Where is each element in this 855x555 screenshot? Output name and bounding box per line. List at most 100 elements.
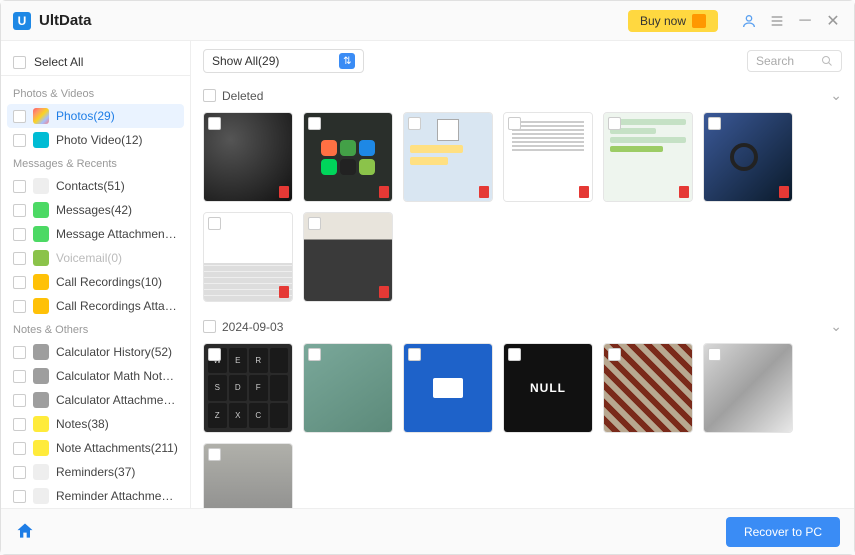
ic-calc-icon xyxy=(33,392,49,408)
filter-dropdown[interactable]: Show All(29) ⇅ xyxy=(203,49,364,73)
thumbnail[interactable] xyxy=(703,343,793,433)
select-all-checkbox[interactable] xyxy=(13,56,26,69)
checkbox[interactable] xyxy=(208,217,221,230)
thumbnail[interactable] xyxy=(403,112,493,202)
sidebar-item-label: Reminder Attachments(27) xyxy=(56,489,178,503)
checkbox[interactable] xyxy=(308,348,321,361)
sidebar-item-label: Calculator History(52) xyxy=(56,345,178,359)
checkbox[interactable] xyxy=(308,217,321,230)
checkbox[interactable] xyxy=(13,110,26,123)
chevron-down-icon[interactable]: ⌄ xyxy=(830,318,842,335)
buy-now-button[interactable]: Buy now xyxy=(628,10,718,32)
checkbox[interactable] xyxy=(13,134,26,147)
deleted-badge-icon xyxy=(279,286,289,298)
checkbox[interactable] xyxy=(13,180,26,193)
thumbnail-scroll[interactable]: Deleted⌄ 2024-09-03⌄WERSDFZXC NULL xyxy=(191,81,854,508)
checkbox[interactable] xyxy=(608,348,621,361)
app-name: UltData xyxy=(39,12,92,29)
ic-rem-icon xyxy=(33,488,49,504)
thumbnail[interactable] xyxy=(603,112,693,202)
select-all-row[interactable]: Select All xyxy=(1,49,190,76)
sidebar-item[interactable]: Call Recordings(10) xyxy=(1,270,190,294)
section-header: Messages & Recents xyxy=(1,152,190,174)
sidebar-item-label: Call Recordings(10) xyxy=(56,275,178,289)
sidebar-item[interactable]: Notes(38) xyxy=(1,412,190,436)
deleted-badge-icon xyxy=(479,186,489,198)
checkbox[interactable] xyxy=(13,300,26,313)
minimize-icon[interactable]: ─ xyxy=(796,12,814,30)
sidebar-item[interactable]: Photos(29) xyxy=(7,104,184,128)
checkbox[interactable] xyxy=(508,117,521,130)
checkbox[interactable] xyxy=(13,276,26,289)
thumbnail[interactable] xyxy=(203,212,293,302)
checkbox[interactable] xyxy=(13,228,26,241)
sidebar-item[interactable]: Calculator Attachments(30) xyxy=(1,388,190,412)
checkbox[interactable] xyxy=(208,117,221,130)
checkbox[interactable] xyxy=(13,204,26,217)
chevron-down-icon[interactable]: ⌄ xyxy=(830,87,842,104)
select-all-label: Select All xyxy=(34,55,83,69)
sidebar-item[interactable]: Messages(42) xyxy=(1,198,190,222)
thumbnail[interactable]: NULL xyxy=(503,343,593,433)
thumbnail[interactable] xyxy=(303,112,393,202)
search-input[interactable]: Search xyxy=(747,50,842,72)
thumbnail[interactable] xyxy=(703,112,793,202)
checkbox[interactable] xyxy=(13,466,26,479)
deleted-badge-icon xyxy=(779,186,789,198)
sidebar: Select All Photos & VideosPhotos(29)Phot… xyxy=(1,41,191,508)
sidebar-item[interactable]: Message Attachments(16) xyxy=(1,222,190,246)
thumbnail[interactable] xyxy=(603,343,693,433)
ic-contacts-icon xyxy=(33,178,49,194)
sidebar-item[interactable]: Contacts(51) xyxy=(1,174,190,198)
thumbnail[interactable] xyxy=(303,343,393,433)
checkbox[interactable] xyxy=(408,348,421,361)
sidebar-item[interactable]: Calculator Math Notes(6) xyxy=(1,364,190,388)
group-header[interactable]: Deleted⌄ xyxy=(203,81,842,110)
checkbox[interactable] xyxy=(13,490,26,503)
user-icon[interactable] xyxy=(740,12,758,30)
sidebar-item[interactable]: Voicemail(0) xyxy=(1,246,190,270)
thumbnail[interactable]: WERSDFZXC xyxy=(203,343,293,433)
checkbox[interactable] xyxy=(208,348,221,361)
checkbox[interactable] xyxy=(708,348,721,361)
close-icon[interactable]: ✕ xyxy=(824,12,842,30)
checkbox[interactable] xyxy=(203,320,216,333)
sidebar-item-label: Reminders(37) xyxy=(56,465,178,479)
sidebar-item[interactable]: Reminders(37) xyxy=(1,460,190,484)
ic-calc-icon xyxy=(33,368,49,384)
checkbox[interactable] xyxy=(408,117,421,130)
sidebar-item-label: Contacts(51) xyxy=(56,179,178,193)
deleted-badge-icon xyxy=(579,186,589,198)
checkbox[interactable] xyxy=(13,418,26,431)
checkbox[interactable] xyxy=(708,117,721,130)
checkbox[interactable] xyxy=(203,89,216,102)
thumbnail[interactable] xyxy=(403,343,493,433)
thumbnail[interactable] xyxy=(203,443,293,508)
ic-att-icon xyxy=(33,226,49,242)
recover-button[interactable]: Recover to PC xyxy=(726,517,840,547)
ic-msg-icon xyxy=(33,202,49,218)
menu-icon[interactable] xyxy=(768,12,786,30)
checkbox[interactable] xyxy=(13,252,26,265)
sidebar-item[interactable]: Call Recordings Attachment... xyxy=(1,294,190,318)
checkbox[interactable] xyxy=(208,448,221,461)
checkbox[interactable] xyxy=(13,442,26,455)
sidebar-item-label: Messages(42) xyxy=(56,203,178,217)
thumbnail[interactable] xyxy=(203,112,293,202)
sidebar-item-label: Note Attachments(211) xyxy=(56,441,178,455)
checkbox[interactable] xyxy=(308,117,321,130)
checkbox[interactable] xyxy=(608,117,621,130)
home-icon[interactable] xyxy=(15,521,37,543)
sidebar-item[interactable]: Reminder Attachments(27) xyxy=(1,484,190,508)
sidebar-item[interactable]: Note Attachments(211) xyxy=(1,436,190,460)
group-header[interactable]: 2024-09-03⌄ xyxy=(203,312,842,341)
sidebar-item[interactable]: Photo Video(12) xyxy=(1,128,190,152)
checkbox[interactable] xyxy=(508,348,521,361)
checkbox[interactable] xyxy=(13,370,26,383)
sidebar-item-label: Notes(38) xyxy=(56,417,178,431)
checkbox[interactable] xyxy=(13,346,26,359)
sidebar-item[interactable]: Calculator History(52) xyxy=(1,340,190,364)
thumbnail[interactable] xyxy=(503,112,593,202)
thumbnail[interactable] xyxy=(303,212,393,302)
checkbox[interactable] xyxy=(13,394,26,407)
